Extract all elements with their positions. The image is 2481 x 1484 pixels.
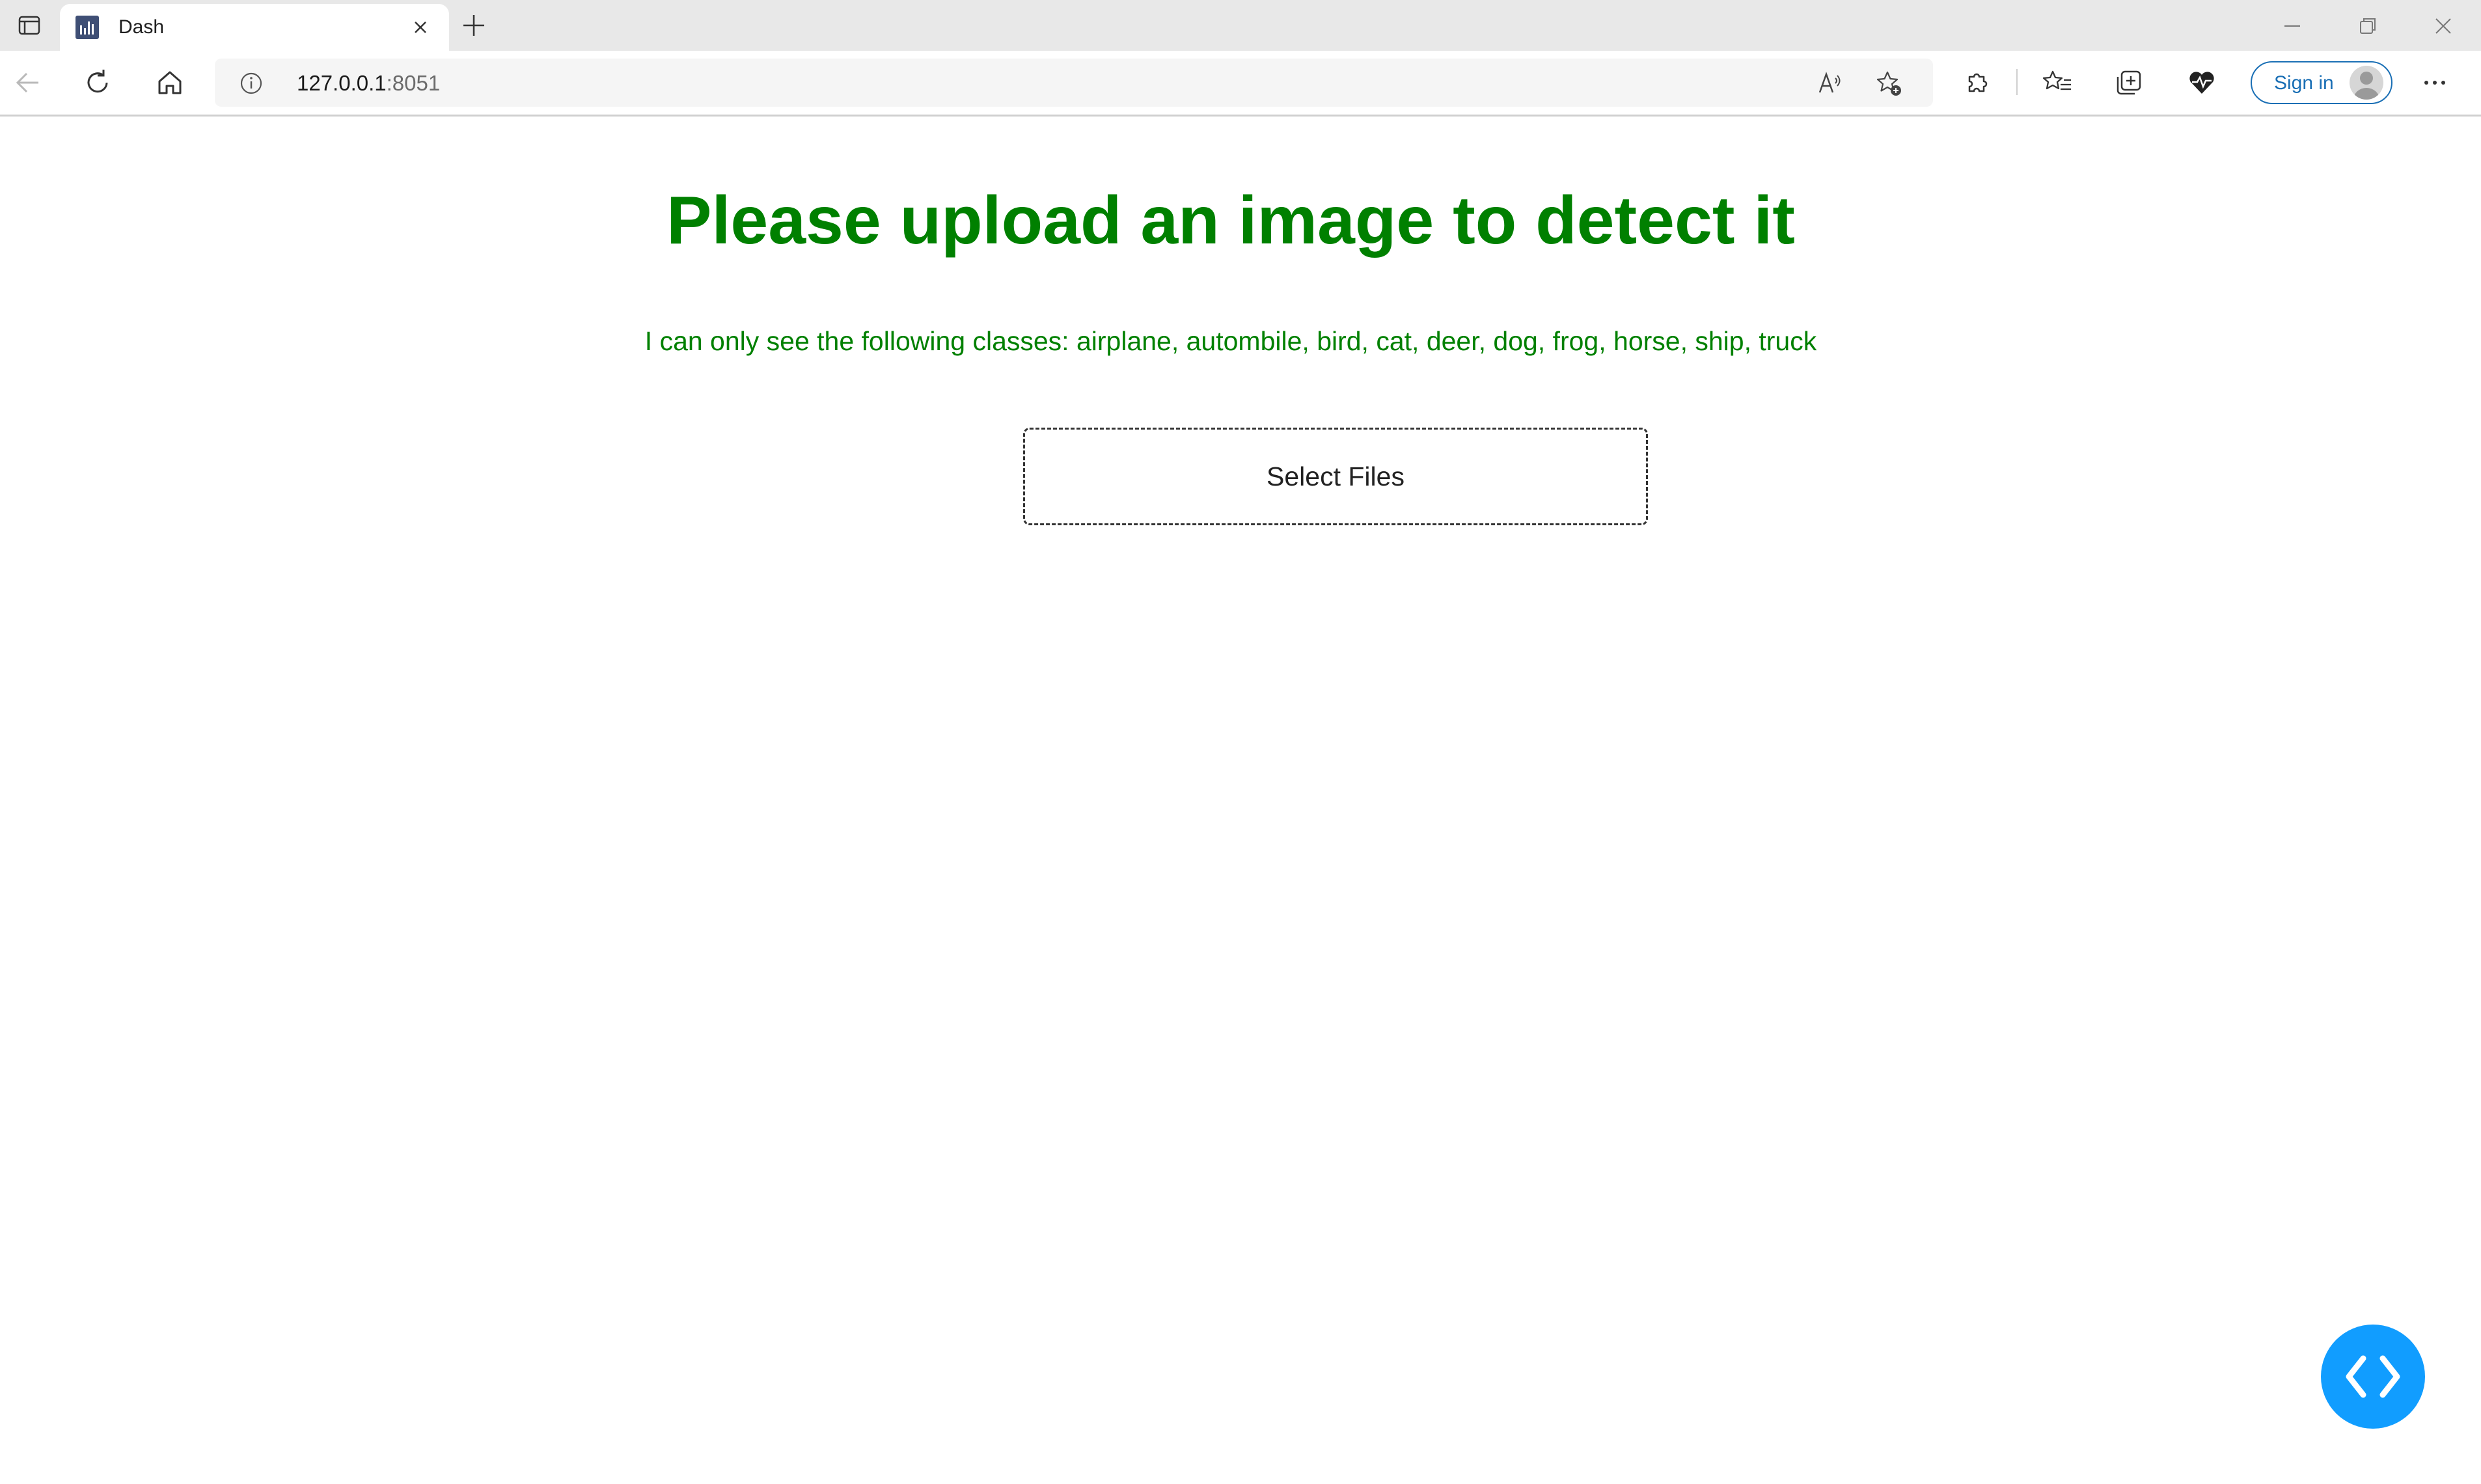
sign-in-label: Sign in: [2274, 72, 2334, 94]
more-icon: [2424, 81, 2445, 85]
restore-icon[interactable]: [2355, 13, 2381, 39]
address-input[interactable]: [215, 59, 1933, 107]
tab-title: Dash: [118, 16, 165, 38]
home-button[interactable]: [154, 66, 186, 99]
plus-icon[interactable]: [459, 11, 488, 40]
collections-button[interactable]: [2113, 66, 2145, 99]
browser-essentials-icon: [2189, 72, 2214, 94]
close-icon[interactable]: [409, 16, 432, 39]
browser-toolbar: 127.0.0.1:8051 Sign in: [0, 51, 2481, 117]
browser-tab[interactable]: Dash: [60, 4, 449, 51]
url-text: 127.0.0.1:8051: [297, 71, 440, 96]
read-aloud-icon[interactable]: [1816, 69, 1844, 98]
dash-favicon: [75, 16, 99, 39]
favorites-icon: [2042, 70, 2071, 90]
address-bar[interactable]: 127.0.0.1:8051: [215, 59, 1933, 107]
extensions-button[interactable]: [1962, 66, 1994, 99]
code-chevrons-icon: [2346, 1355, 2400, 1398]
tab-strip: Dash: [0, 0, 2481, 51]
sign-in-button[interactable]: Sign in: [2251, 61, 2392, 104]
minimize-icon[interactable]: [2279, 13, 2305, 39]
window-close-icon[interactable]: [2430, 13, 2456, 39]
select-files-label[interactable]: Select Files: [1267, 461, 1405, 492]
toolbar-divider: [2016, 69, 2018, 95]
tab-actions-icon: [18, 16, 40, 35]
avatar-icon: [2353, 72, 2379, 100]
home-icon: [158, 71, 182, 94]
refresh-icon: [87, 70, 108, 93]
debug-menu-button[interactable]: [2321, 1325, 2425, 1429]
url-port: :8051: [386, 71, 441, 95]
add-favorite-icon[interactable]: [1874, 69, 1903, 98]
collections-icon: [2117, 70, 2141, 95]
back-button[interactable]: [12, 66, 44, 99]
favorites-button[interactable]: [2041, 66, 2074, 99]
classes-description: I can only see the following classes: ai…: [644, 326, 1817, 356]
page-content: Please upload an image to detect it I ca…: [0, 117, 2481, 1484]
info-icon[interactable]: [240, 72, 263, 95]
page-title: Please upload an image to detect it: [666, 183, 1795, 258]
url-host: 127.0.0.1: [297, 71, 387, 95]
browser-essentials-button[interactable]: [2186, 66, 2218, 99]
avatar: [2350, 66, 2383, 100]
upload-dropzone[interactable]: Select Files: [1023, 428, 1648, 525]
refresh-button[interactable]: [82, 66, 115, 99]
back-arrow-icon: [16, 72, 38, 93]
extensions-icon: [1968, 73, 1988, 92]
tab-actions-button[interactable]: [0, 0, 59, 51]
settings-more-button[interactable]: [2419, 66, 2451, 99]
